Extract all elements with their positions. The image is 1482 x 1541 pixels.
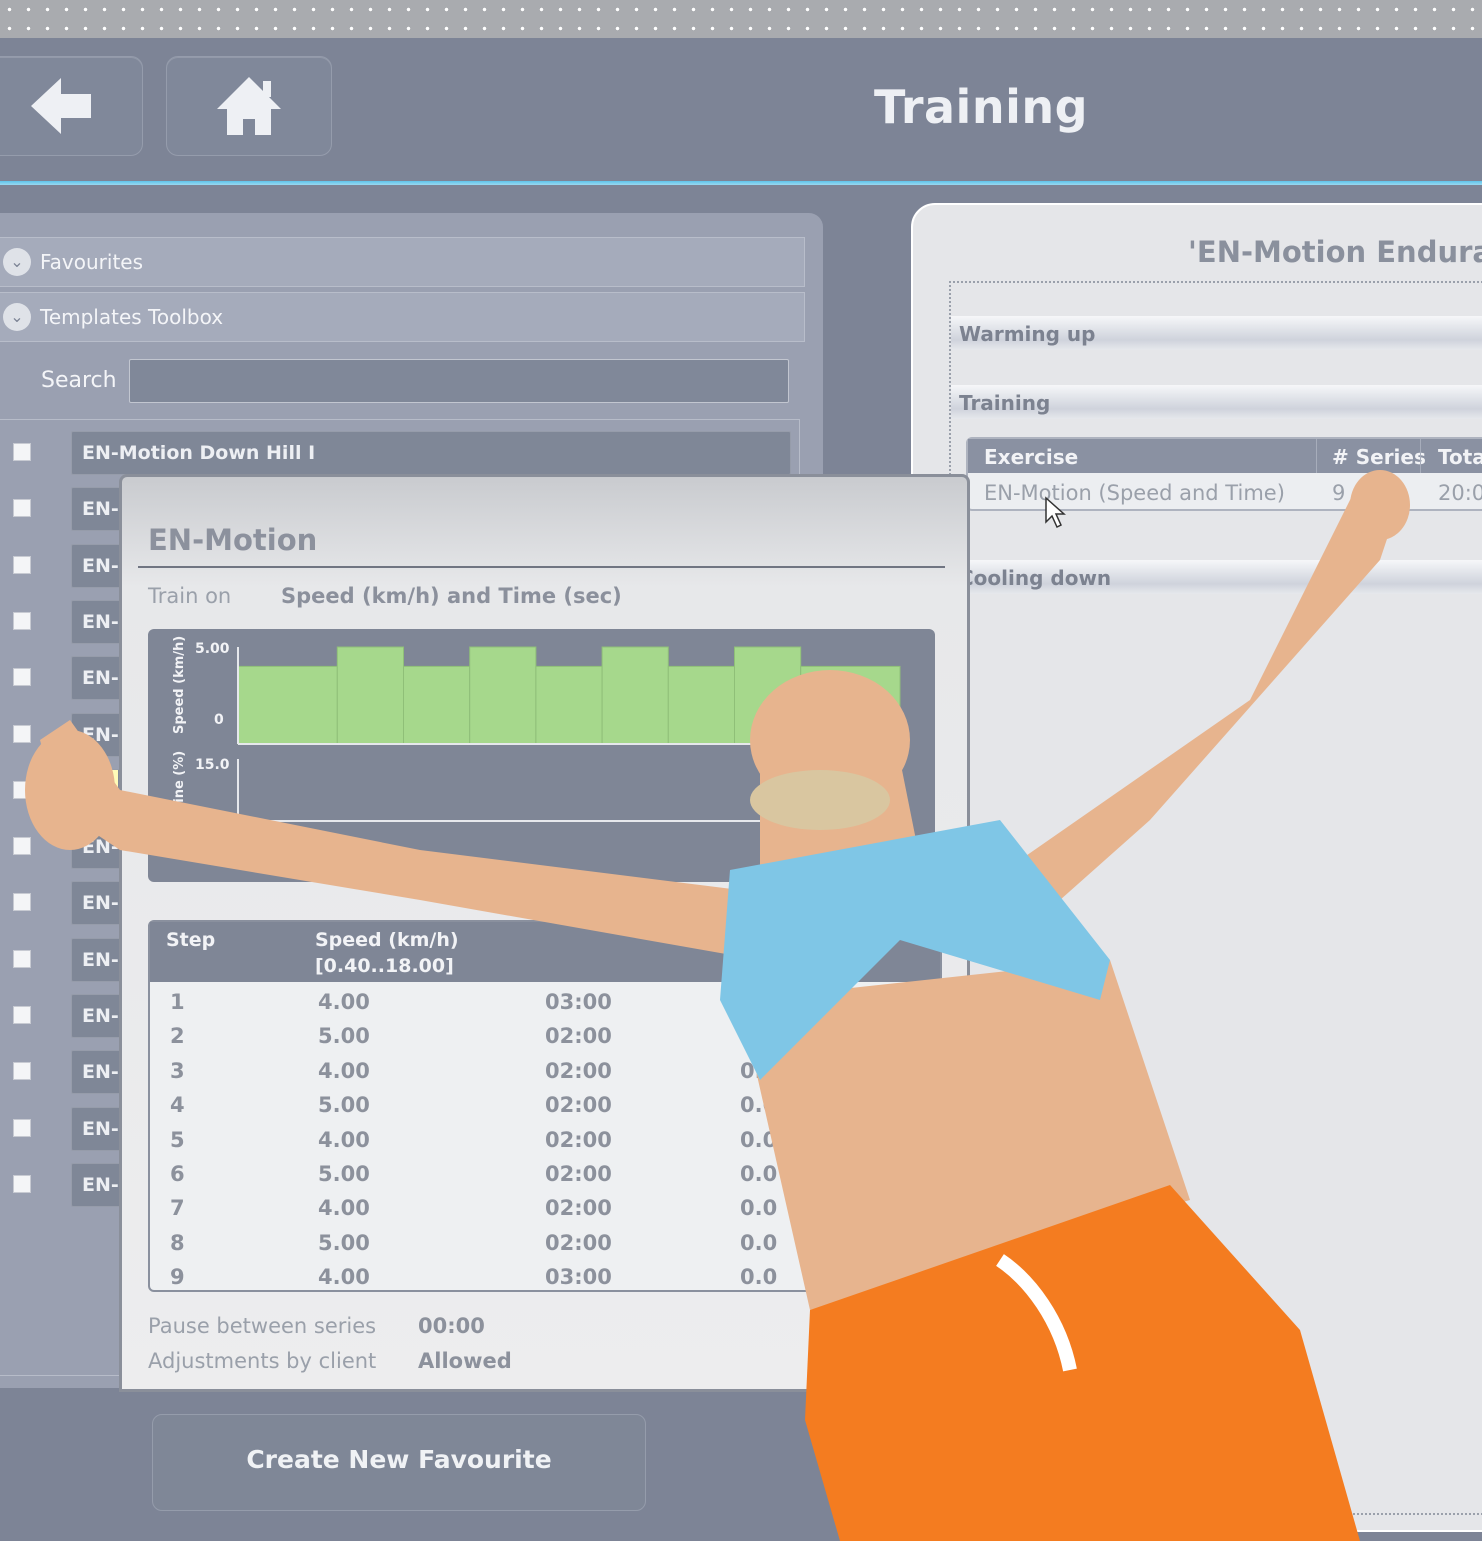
athlete-photo <box>25 470 1410 1541</box>
